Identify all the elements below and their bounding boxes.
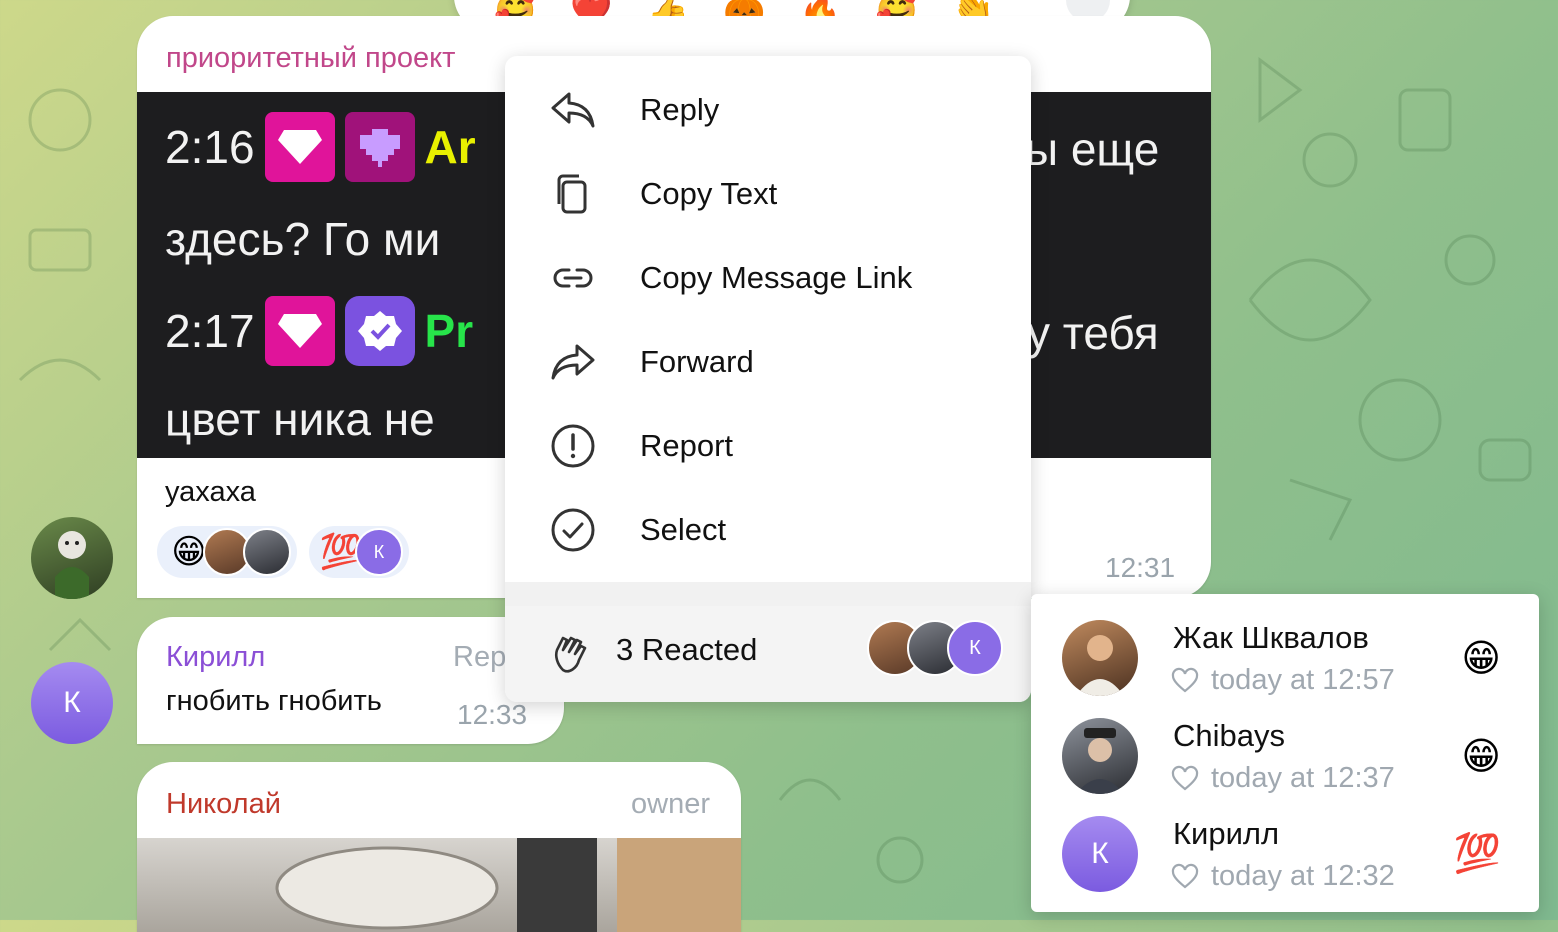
forward-icon xyxy=(551,344,595,380)
message-text: уахаха xyxy=(165,476,256,508)
dog-photo-icon xyxy=(55,531,89,599)
reaction-time-text: today at 12:32 xyxy=(1211,860,1395,892)
menu-item-reply[interactable]: Reply xyxy=(505,68,1031,152)
menu-item-label: Reply xyxy=(640,92,720,127)
reaction-time-text: today at 12:57 xyxy=(1211,664,1395,696)
message-time: 12:33 xyxy=(457,699,528,730)
reactor-row[interactable]: Жак Шквалов today at 12:57 😁 xyxy=(1031,612,1539,710)
reactor-avatar xyxy=(243,528,291,576)
menu-item-label: Select xyxy=(640,512,727,547)
reacted-count-label: 3 Reacted xyxy=(616,632,758,667)
food-photo-icon xyxy=(275,838,741,932)
reactor-name: Жак Шквалов xyxy=(1173,620,1369,655)
menu-item-label: Forward xyxy=(640,344,754,379)
reactor-avatar: К xyxy=(1062,816,1138,892)
message-sender[interactable]: Кирилл xyxy=(166,641,265,674)
menu-item-select[interactable]: Select xyxy=(505,488,1031,572)
reaction-chip[interactable]: 😁 xyxy=(157,526,297,578)
image-text: ы еще xyxy=(1025,123,1160,175)
heart-icon xyxy=(1171,863,1199,888)
image-text: 2:16 xyxy=(165,121,255,173)
verified-badge-icon xyxy=(344,296,415,366)
message-photo[interactable] xyxy=(137,838,741,932)
select-icon xyxy=(551,508,595,552)
reactor-row[interactable]: К Кирилл today at 12:32 💯 xyxy=(1031,808,1539,906)
clapping-hands-icon xyxy=(554,636,587,673)
reactor-avatar: К xyxy=(947,620,1003,676)
image-text: здесь? Го ми xyxy=(165,213,441,265)
heart-icon xyxy=(1171,667,1199,692)
menu-item-forward[interactable]: Forward xyxy=(505,320,1031,404)
image-text: Pr xyxy=(424,305,474,357)
message-context-menu: Reply Copy Text Copy Message Link Forwar… xyxy=(505,56,1031,702)
reaction-emoji: 😁 xyxy=(1461,638,1501,680)
reactor-name: Кирилл xyxy=(1173,816,1280,851)
menu-item-reacted[interactable]: 3 Reacted К xyxy=(505,606,1031,702)
message-sender[interactable]: Николай xyxy=(166,788,281,821)
reply-icon xyxy=(551,92,595,128)
link-icon xyxy=(553,268,593,288)
menu-item-label: Copy Text xyxy=(640,176,778,211)
reaction-chip[interactable]: 💯 К xyxy=(309,526,409,578)
reactor-avatar xyxy=(1062,620,1138,696)
message-sender[interactable]: приоритетный проект xyxy=(166,42,455,75)
image-text: цвет ника не xyxy=(165,393,435,445)
image-text: Ar xyxy=(424,121,476,173)
reaction-emoji: 😁 xyxy=(1461,736,1501,778)
message-bubble[interactable]: Николай owner xyxy=(137,762,741,932)
person-photo-icon xyxy=(1076,728,1124,794)
menu-item-copy-link[interactable]: Copy Message Link xyxy=(505,236,1031,320)
sender-avatar[interactable] xyxy=(31,517,113,599)
menu-item-copy-text[interactable]: Copy Text xyxy=(505,152,1031,236)
sender-avatar[interactable]: К xyxy=(31,662,113,744)
reactor-row[interactable]: Chibays today at 12:37 😁 xyxy=(1031,710,1539,808)
message-bubble[interactable]: Кирилл Rep гнобить гнобить 12:33 xyxy=(137,617,564,744)
message-text: гнобить гнобить xyxy=(166,685,382,717)
reaction-time: today at 12:32 xyxy=(1171,860,1395,893)
diamond-badge-icon xyxy=(264,296,335,366)
reaction-emoji: 💯 xyxy=(1453,833,1501,875)
reaction-time: today at 12:57 xyxy=(1171,664,1395,697)
reply-link[interactable]: Rep xyxy=(453,641,506,674)
image-text: 2:17 xyxy=(165,305,255,357)
reactors-list-panel: Жак Шквалов today at 12:57 😁 Chibays tod… xyxy=(1031,594,1539,912)
person-photo-icon xyxy=(1076,635,1124,696)
reactor-avatar-stack: К xyxy=(867,620,1003,676)
reactor-avatar xyxy=(1062,718,1138,794)
pixel-heart-icon xyxy=(344,112,415,182)
report-icon xyxy=(551,424,595,468)
reaction-time: today at 12:37 xyxy=(1171,762,1395,795)
reactor-name: Chibays xyxy=(1173,718,1285,753)
reactions-row: 😁 💯 К xyxy=(157,526,409,578)
image-text: у тебя xyxy=(1027,307,1159,359)
menu-divider xyxy=(505,582,1031,606)
menu-item-label: Copy Message Link xyxy=(640,260,913,295)
reaction-time-text: today at 12:37 xyxy=(1211,762,1395,794)
copy-icon xyxy=(557,174,587,214)
diamond-badge-icon xyxy=(264,112,335,182)
member-role-badge: owner xyxy=(631,788,710,820)
heart-icon xyxy=(1171,765,1199,790)
message-time: 12:31 xyxy=(1105,552,1176,583)
menu-item-label: Report xyxy=(640,428,734,463)
menu-item-report[interactable]: Report xyxy=(505,404,1031,488)
reactor-avatar: К xyxy=(355,528,403,576)
